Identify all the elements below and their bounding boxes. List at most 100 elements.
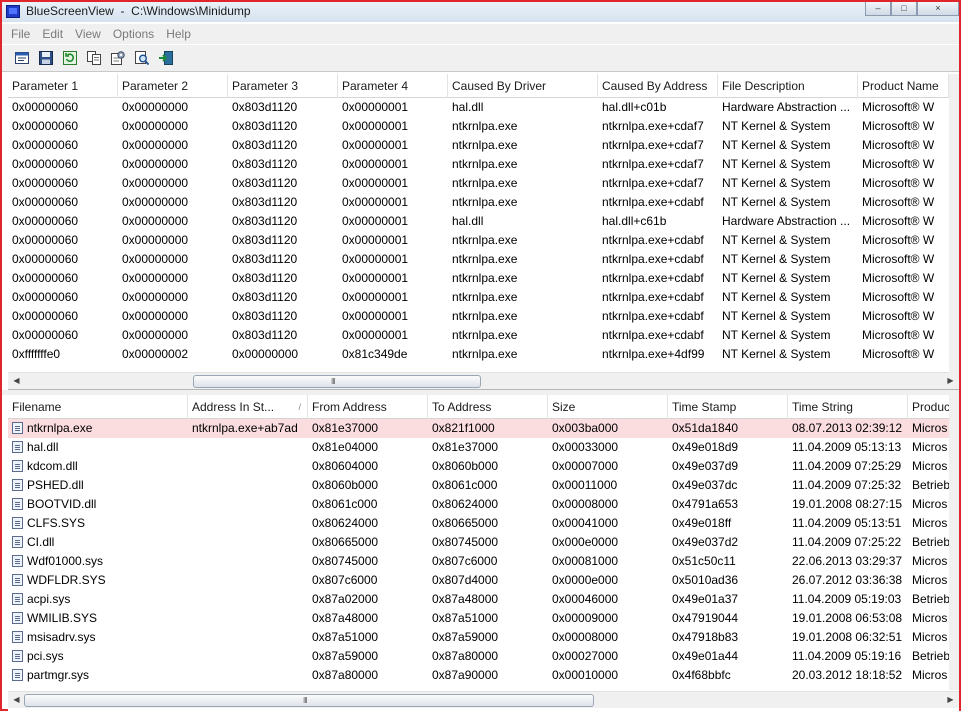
copy-icon[interactable] xyxy=(84,48,104,68)
menu-edit[interactable]: Edit xyxy=(37,27,70,41)
col-from-address[interactable]: From Address xyxy=(308,395,428,419)
maximize-button[interactable]: □ xyxy=(891,2,917,16)
driver-list-hscrollbar[interactable]: ◀ III ▶ xyxy=(8,691,959,708)
col-to-address[interactable]: To Address xyxy=(428,395,548,419)
find-icon[interactable] xyxy=(132,48,152,68)
table-row[interactable]: CLFS.SYS 0x80624000 0x80665000 0x00041000 0x… xyxy=(8,514,959,533)
minimize-button[interactable]: – xyxy=(865,2,891,16)
table-row[interactable]: 0x00000060 0x00000000 0x803d1120 0x00000001… xyxy=(8,193,959,212)
file-icon xyxy=(12,479,23,491)
cell-parameter-3: 0x803d1120 xyxy=(232,176,298,190)
scroll-left-icon[interactable]: ◀ xyxy=(8,692,25,708)
crash-list-vscrollbar[interactable] xyxy=(949,74,959,374)
table-row[interactable]: CI.dll 0x80665000 0x80745000 0x000e0000 0x49… xyxy=(8,533,959,552)
table-row[interactable]: 0x00000060 0x00000000 0x803d1120 0x00000001… xyxy=(8,269,959,288)
cell-parameter-3: 0x803d1120 xyxy=(232,309,298,323)
cell-product-name: Microsoft® W xyxy=(862,195,935,209)
cell-filename: CI.dll xyxy=(8,533,188,552)
menu-file[interactable]: File xyxy=(6,27,37,41)
crash-list-header: Parameter 1 Parameter 2 Parameter 3 Para… xyxy=(8,74,959,98)
table-row[interactable]: 0x00000060 0x00000000 0x803d1120 0x00000001… xyxy=(8,212,959,231)
menu-view[interactable]: View xyxy=(70,27,108,41)
cell-from-address: 0x87a02000 xyxy=(312,592,379,606)
options-icon[interactable] xyxy=(108,48,128,68)
table-row[interactable]: 0x00000060 0x00000000 0x803d1120 0x00000001… xyxy=(8,174,959,193)
table-row[interactable]: BOOTVID.dll 0x8061c000 0x80624000 0x0000800… xyxy=(8,495,959,514)
save-icon[interactable] xyxy=(36,48,56,68)
menu-help[interactable]: Help xyxy=(161,27,198,41)
table-row[interactable]: kdcom.dll 0x80604000 0x8060b000 0x00007000 0… xyxy=(8,457,959,476)
cell-filename: partmgr.sys xyxy=(8,666,188,685)
col-product-name[interactable]: Product Name xyxy=(858,74,949,98)
col-file-description[interactable]: File Description xyxy=(718,74,858,98)
table-row[interactable]: ntkrnlpa.exe ntkrnlpa.exe+ab7ad 0x81e37000… xyxy=(8,419,959,438)
table-row[interactable]: pci.sys 0x87a59000 0x87a80000 0x00027000 0x4… xyxy=(8,647,959,666)
cell-time-stamp: 0x49e01a37 xyxy=(672,592,739,606)
col-size[interactable]: Size xyxy=(548,395,668,419)
table-row[interactable]: 0xfffffffe0 0x00000002 0x00000000 0x81c349d… xyxy=(8,345,959,364)
col-parameter-4[interactable]: Parameter 4 xyxy=(338,74,448,98)
table-row[interactable]: 0x00000060 0x00000000 0x803d1120 0x00000001… xyxy=(8,326,959,345)
filename-text: CI.dll xyxy=(27,535,55,549)
cell-address-in-stack xyxy=(188,457,308,476)
cell-product-name: Microsoft® W xyxy=(862,328,935,342)
cell-file-description: NT Kernel & System xyxy=(722,195,831,209)
table-row[interactable]: partmgr.sys 0x87a80000 0x87a90000 0x0001000… xyxy=(8,666,959,685)
exit-icon[interactable] xyxy=(156,48,176,68)
table-row[interactable]: PSHED.dll 0x8060b000 0x8061c000 0x00011000 0… xyxy=(8,476,959,495)
table-row[interactable]: 0x00000060 0x00000000 0x803d1120 0x00000001… xyxy=(8,98,959,117)
cell-product-name: Microsoft® W xyxy=(862,233,935,247)
title-bar[interactable]: BlueScreenView - C:\Windows\Minidump – □… xyxy=(2,2,959,22)
col-time-string[interactable]: Time String xyxy=(788,395,908,419)
table-row[interactable]: WMILIB.SYS 0x87a48000 0x87a51000 0x00009000… xyxy=(8,609,959,628)
table-row[interactable]: 0x00000060 0x00000000 0x803d1120 0x00000001… xyxy=(8,136,959,155)
table-row[interactable]: 0x00000060 0x00000000 0x803d1120 0x00000001… xyxy=(8,117,959,136)
table-row[interactable]: 0x00000060 0x00000000 0x803d1120 0x00000001… xyxy=(8,231,959,250)
cell-file-description: NT Kernel & System xyxy=(722,290,831,304)
cell-size: 0x00008000 xyxy=(552,630,619,644)
cell-caused-by-address: ntkrnlpa.exe+cdabf xyxy=(602,252,704,266)
scroll-right-icon[interactable]: ▶ xyxy=(942,692,959,708)
col-caused-by-driver[interactable]: Caused By Driver xyxy=(448,74,598,98)
cell-to-address: 0x81e37000 xyxy=(432,440,499,454)
table-row[interactable]: WDFLDR.SYS 0x807c6000 0x807d4000 0x0000e000… xyxy=(8,571,959,590)
file-icon xyxy=(12,536,23,548)
col-address-in-stack[interactable]: Address In St... / xyxy=(188,395,308,419)
cell-from-address: 0x87a48000 xyxy=(312,611,379,625)
refresh-icon[interactable] xyxy=(60,48,80,68)
col-caused-by-address[interactable]: Caused By Address xyxy=(598,74,718,98)
cell-address-in-stack xyxy=(188,609,308,628)
table-row[interactable]: 0x00000060 0x00000000 0x803d1120 0x00000001… xyxy=(8,250,959,269)
cell-time-stamp: 0x49e01a44 xyxy=(672,649,739,663)
table-row[interactable]: Wdf01000.sys 0x80745000 0x807c6000 0x000810… xyxy=(8,552,959,571)
crash-list-hscrollbar[interactable]: ◀ III ▶ xyxy=(8,372,959,389)
table-row[interactable]: 0x00000060 0x00000000 0x803d1120 0x00000001… xyxy=(8,307,959,326)
col-time-stamp[interactable]: Time Stamp xyxy=(668,395,788,419)
cell-parameter-2: 0x00000000 xyxy=(122,119,189,133)
table-row[interactable]: 0x00000060 0x00000000 0x803d1120 0x00000001… xyxy=(8,155,959,174)
col-parameter-3[interactable]: Parameter 3 xyxy=(228,74,338,98)
col-filename[interactable]: Filename xyxy=(8,395,188,419)
properties-icon[interactable] xyxy=(12,48,32,68)
cell-time-string: 20.03.2012 18:18:52 xyxy=(792,668,903,682)
table-row[interactable]: 0x00000060 0x00000000 0x803d1120 0x00000001… xyxy=(8,288,959,307)
scroll-right-icon[interactable]: ▶ xyxy=(942,373,959,389)
menu-options[interactable]: Options xyxy=(108,27,161,41)
table-row[interactable]: msisadrv.sys 0x87a51000 0x87a59000 0x000080… xyxy=(8,628,959,647)
cell-caused-by-driver: ntkrnlpa.exe xyxy=(452,233,518,247)
filename-text: CLFS.SYS xyxy=(27,516,86,530)
file-icon xyxy=(12,498,23,510)
cell-parameter-2: 0x00000000 xyxy=(122,252,189,266)
cell-parameter-4: 0x00000001 xyxy=(342,119,409,133)
driver-list-vscrollbar[interactable] xyxy=(949,395,959,690)
scroll-left-icon[interactable]: ◀ xyxy=(8,373,25,389)
table-row[interactable]: hal.dll 0x81e04000 0x81e37000 0x00033000 0x4… xyxy=(8,438,959,457)
cell-size: 0x00081000 xyxy=(552,554,619,568)
scroll-thumb[interactable]: III xyxy=(193,375,481,388)
cell-from-address: 0x81e37000 xyxy=(312,421,379,435)
col-parameter-1[interactable]: Parameter 1 xyxy=(8,74,118,98)
close-button[interactable]: × xyxy=(917,2,959,16)
table-row[interactable]: acpi.sys 0x87a02000 0x87a48000 0x00046000 0x… xyxy=(8,590,959,609)
scroll-thumb[interactable]: III xyxy=(24,694,594,707)
col-parameter-2[interactable]: Parameter 2 xyxy=(118,74,228,98)
